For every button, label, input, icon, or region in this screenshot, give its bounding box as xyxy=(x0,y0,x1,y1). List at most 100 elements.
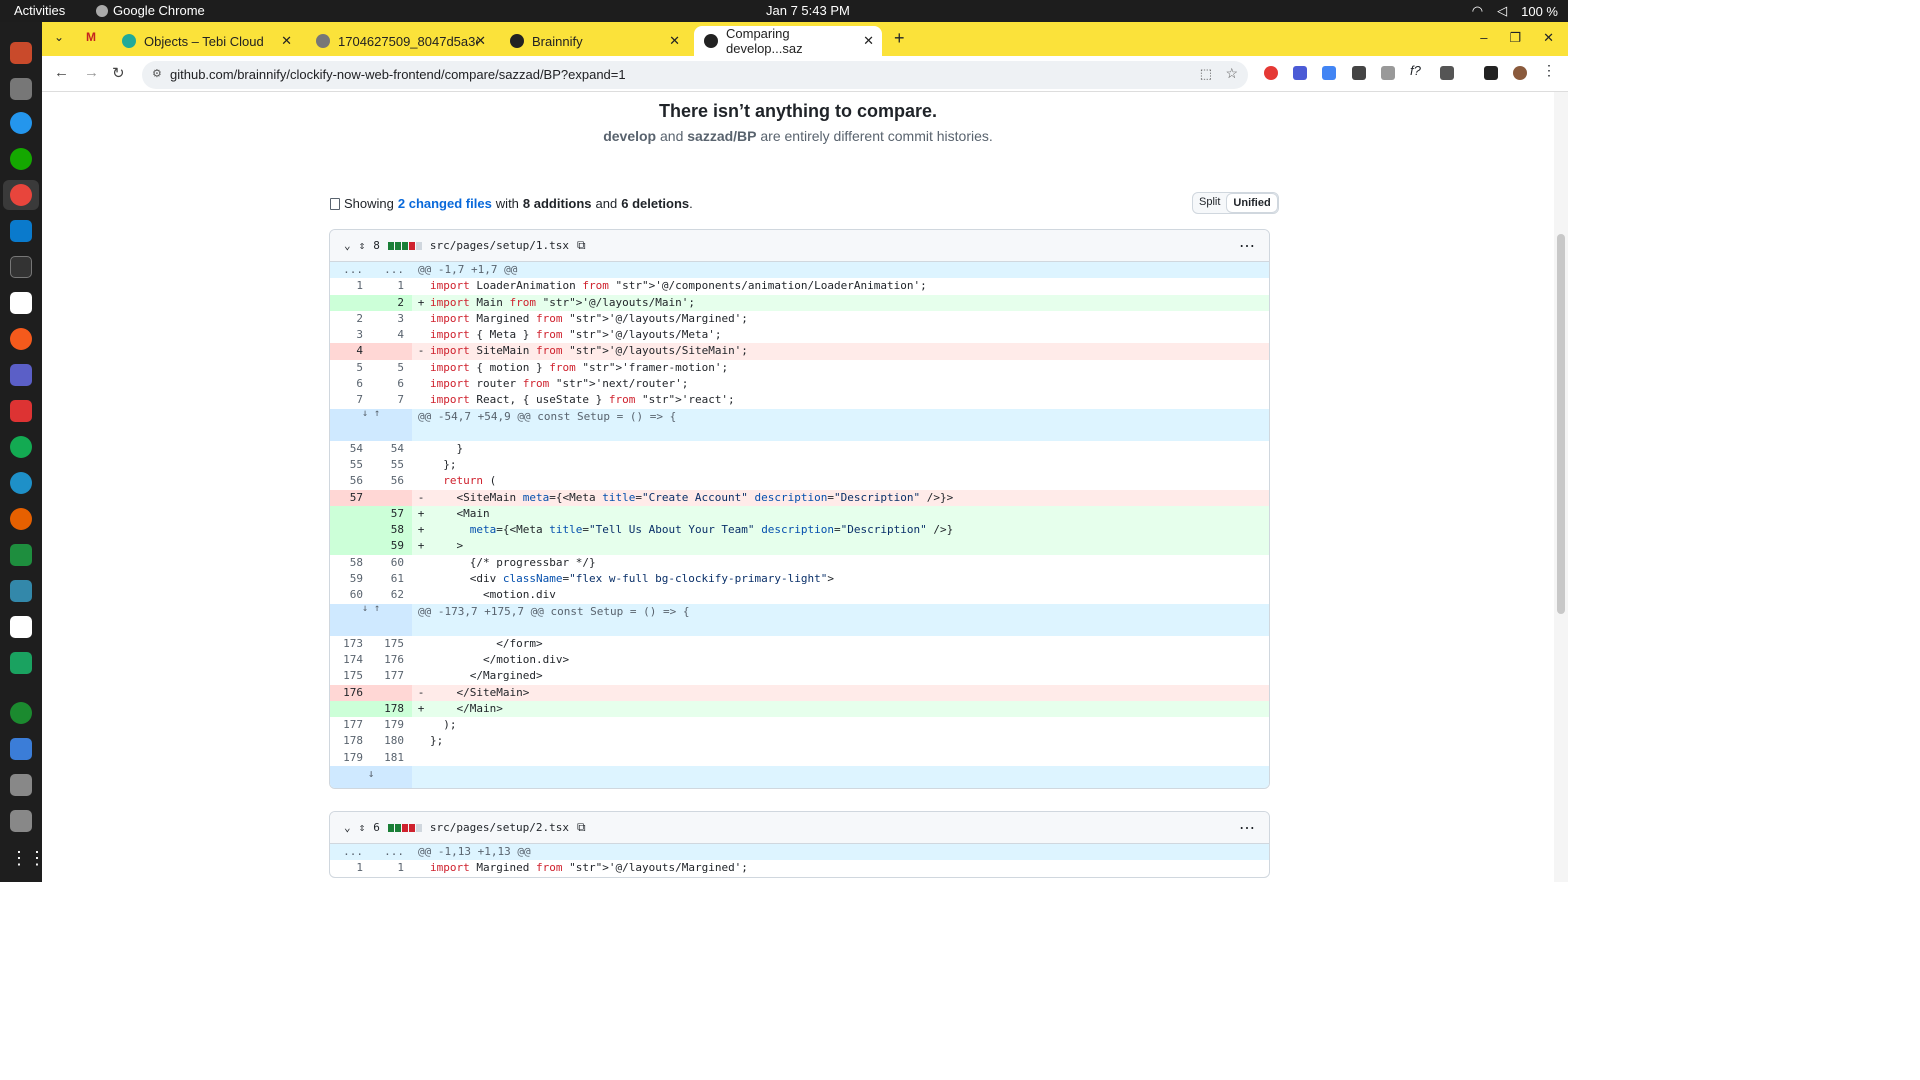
camera-icon[interactable] xyxy=(1381,66,1395,80)
postman-icon[interactable] xyxy=(10,328,32,350)
back-icon[interactable]: ← xyxy=(54,64,69,81)
file-header: ⌄ ⇕ 8 src/pages/setup/1.tsx ⧉ ⋯ xyxy=(330,230,1269,262)
gmail-icon[interactable]: M xyxy=(86,30,96,44)
file-path[interactable]: src/pages/setup/1.tsx xyxy=(430,239,569,252)
file-path[interactable]: src/pages/setup/2.tsx xyxy=(430,821,569,834)
tab-brainnify[interactable]: Brainnify ✕ xyxy=(500,26,688,56)
tab-image[interactable]: 1704627509_8047d5a3e ✕ xyxy=(306,26,494,56)
old-line-number xyxy=(330,294,371,311)
code-text: @@ -1,13 +1,13 @@ xyxy=(418,845,531,858)
old-line-number xyxy=(330,522,371,539)
app-menu[interactable]: Google Chrome xyxy=(96,3,205,18)
address-bar[interactable]: ⚙ github.com/brainnify/clockify-now-web-… xyxy=(142,61,1248,89)
tab-search-icon[interactable]: ⌄ xyxy=(54,30,64,44)
new-line-number: ... xyxy=(371,262,412,279)
install-icon[interactable]: ⬚ xyxy=(1200,66,1212,82)
copy-icon[interactable]: ⧉ xyxy=(577,238,586,253)
tab-comparing[interactable]: Comparing develop...saz ✕ xyxy=(694,26,882,56)
scrollbar-thumb[interactable] xyxy=(1557,234,1565,614)
forward-icon[interactable]: → xyxy=(84,64,99,81)
app-red-icon[interactable] xyxy=(10,400,32,422)
reload-icon[interactable]: ↻ xyxy=(112,64,125,82)
app-cube-icon[interactable] xyxy=(10,738,32,760)
chrome-dock-icon[interactable] xyxy=(10,184,32,206)
diffstat-bars xyxy=(387,241,422,250)
side-panel-icon[interactable] xyxy=(1484,66,1498,80)
app-grid-icon[interactable]: ⋮⋮ xyxy=(10,848,46,870)
vscode-icon[interactable] xyxy=(10,220,32,242)
change-count: 6 xyxy=(373,821,380,834)
new-line-number: 62 xyxy=(390,588,404,602)
text-editor-icon[interactable] xyxy=(10,616,32,638)
tab-tebi[interactable]: Objects – Tebi Cloud ✕ xyxy=(112,26,300,56)
settings-icon[interactable] xyxy=(10,78,32,100)
code-text: </form> xyxy=(430,636,543,650)
tab-close-icon[interactable]: ✕ xyxy=(475,33,486,49)
formula-icon[interactable]: f? xyxy=(1410,63,1424,78)
unified-view-button[interactable]: Unified xyxy=(1226,193,1278,213)
drive-icon[interactable] xyxy=(10,774,32,796)
expand-hunk-row[interactable]: ↓ ↑ @@ -173,7 +175,7 @@ const Setup = () … xyxy=(330,603,1269,636)
profile-avatar[interactable] xyxy=(1513,66,1527,80)
clock[interactable]: Jan 7 5:43 PM xyxy=(766,3,850,18)
diff-line: 58 60 {/* progressbar */} xyxy=(330,555,1269,571)
new-line-number: 176 xyxy=(384,652,404,666)
expand-all-icon[interactable]: ⇕ xyxy=(359,239,366,252)
minimize-icon[interactable]: – xyxy=(1480,30,1487,46)
diff-sign xyxy=(412,392,430,408)
expand-button[interactable]: ↓ ↑ xyxy=(330,408,412,441)
teams-icon[interactable] xyxy=(10,364,32,386)
close-window-icon[interactable]: ✕ xyxy=(1543,30,1554,46)
diff-line: 54 54 } xyxy=(330,441,1269,457)
diff-sign: + xyxy=(417,506,425,520)
app-blue-icon[interactable] xyxy=(10,472,32,494)
app-swirl-icon[interactable] xyxy=(10,580,32,602)
expand-button[interactable]: ↓ xyxy=(330,766,412,789)
collapse-chevron-icon[interactable]: ⌄ xyxy=(344,821,351,834)
terminal-icon[interactable] xyxy=(10,256,32,278)
github-favicon xyxy=(704,34,718,48)
spreadsheet-icon[interactable] xyxy=(10,544,32,566)
extension-f-icon[interactable] xyxy=(1352,66,1366,80)
files-icon[interactable] xyxy=(10,42,32,64)
diff-sign xyxy=(412,311,430,327)
site-info-icon[interactable]: ⚙ xyxy=(152,67,162,80)
upwork-icon[interactable] xyxy=(10,148,32,170)
chrome-menu-icon[interactable]: ⋮ xyxy=(1542,62,1556,78)
drive-2-icon[interactable] xyxy=(10,810,32,832)
copy-icon[interactable]: ⧉ xyxy=(577,820,586,835)
inkscape-icon[interactable] xyxy=(10,292,32,314)
expand-button[interactable]: ↓ ↑ xyxy=(330,603,412,636)
expand-hunk-row[interactable]: ↓ ↑ @@ -54,7 +54,9 @@ const Setup = () =>… xyxy=(330,408,1269,441)
split-view-button[interactable]: Split xyxy=(1193,193,1226,213)
collapse-chevron-icon[interactable]: ⌄ xyxy=(344,239,351,252)
page-scrollbar[interactable] xyxy=(1554,92,1568,882)
tab-close-icon[interactable]: ✕ xyxy=(863,33,874,49)
adblock-icon[interactable] xyxy=(1264,66,1278,80)
mongodb-icon[interactable] xyxy=(10,436,32,458)
extensions-puzzle-icon[interactable] xyxy=(1440,66,1454,80)
bookmark-star-icon[interactable]: ☆ xyxy=(1225,65,1238,82)
more-options-icon[interactable]: ⋯ xyxy=(1239,236,1255,256)
added-line: 57 + <Main xyxy=(330,505,1269,523)
changed-files-link[interactable]: 2 changed files xyxy=(398,196,492,211)
activities-button[interactable]: Activities xyxy=(14,3,65,18)
tab-close-icon[interactable]: ✕ xyxy=(281,33,292,49)
docker-icon[interactable] xyxy=(10,112,32,134)
code-text: </SiteMain> xyxy=(430,685,530,699)
new-tab-button[interactable]: + xyxy=(894,28,905,49)
app-green-icon[interactable] xyxy=(10,702,32,724)
extension-gear-icon[interactable] xyxy=(1293,66,1307,80)
chat-icon[interactable] xyxy=(10,652,32,674)
more-options-icon[interactable]: ⋯ xyxy=(1239,818,1255,838)
diff-summary: Showing 2 changed files with 8 additions… xyxy=(330,196,693,211)
expand-down-row[interactable]: ↓ xyxy=(330,766,1269,789)
url-text[interactable]: github.com/brainnify/clockify-now-web-fr… xyxy=(170,67,626,82)
translate-icon[interactable] xyxy=(1322,66,1336,80)
added-line: 2 + import Main from "str">'@/layouts/Main… xyxy=(330,294,1269,311)
status-area[interactable]: ◠ ◁ 100 % xyxy=(1472,3,1558,19)
tab-close-icon[interactable]: ✕ xyxy=(669,33,680,49)
expand-all-icon[interactable]: ⇕ xyxy=(359,821,366,834)
firefox-icon[interactable] xyxy=(10,508,32,530)
maximize-icon[interactable]: ❐ xyxy=(1509,30,1521,46)
